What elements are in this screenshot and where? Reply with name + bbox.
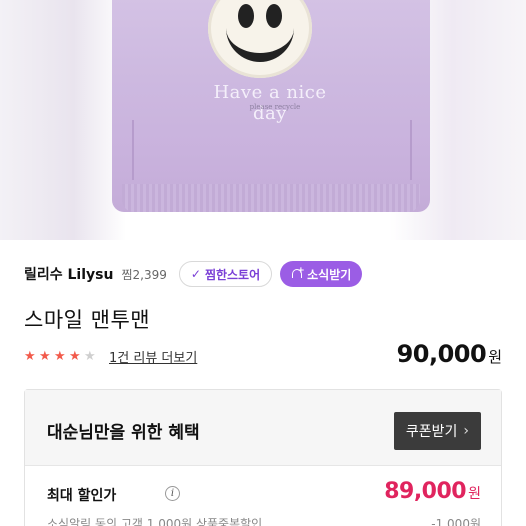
max-price-unit: 원: [468, 486, 481, 502]
store-name[interactable]: 릴리수 Lilysu: [24, 264, 113, 284]
sweater-seam-left: [132, 120, 134, 180]
max-price-value: 89,000: [384, 479, 467, 504]
rating-row: ★ ★ ★ ★ ★ 1건 리뷰 더보기: [24, 346, 197, 366]
discount-detail-amount: -1,000원: [431, 517, 481, 526]
zzim-store-button[interactable]: ✓ 찜한스토어: [178, 261, 273, 287]
discount-detail-text: 소식알림 동의 고객 1,000원 상품중복할인: [47, 517, 263, 526]
benefit-title: 대순님만을 위한 혜택: [47, 423, 200, 443]
notice-subscribe-button[interactable]: 소식받기: [280, 261, 363, 287]
benefit-box: 대순님만을 위한 혜택 쿠폰받기 › 최대 할인가 i 89,000 원 소식알…: [24, 389, 502, 526]
sweater-slogan-sub: please recycle: [249, 103, 301, 111]
benefit-header: 대순님만을 위한 혜택 쿠폰받기 ›: [25, 390, 501, 466]
chevron-right-icon: ›: [463, 423, 469, 439]
discount-detail-row: 소식알림 동의 고객 1,000원 상품중복할인 -1,000원: [47, 515, 481, 526]
zzim-count: 찜2,399: [121, 267, 167, 282]
price-value: 90,000: [396, 340, 487, 368]
star-filled-icon: ★: [24, 348, 36, 364]
bell-plus-icon: [291, 266, 305, 280]
star-filled-icon: ★: [39, 348, 51, 364]
product-image[interactable]: Have a nice day please recycle: [0, 0, 526, 240]
star-rating: ★ ★ ★ ★ ★: [24, 350, 99, 363]
review-link[interactable]: 1건 리뷰 더보기: [109, 347, 197, 366]
info-icon[interactable]: i: [165, 486, 180, 501]
zzim-store-label: 찜한스토어: [204, 267, 261, 282]
max-discount-label: 최대 할인가: [47, 488, 117, 504]
coupon-button[interactable]: 쿠폰받기 ›: [393, 412, 481, 450]
coupon-label: 쿠폰받기: [405, 424, 458, 440]
star-filled-icon: ★: [69, 348, 81, 364]
store-row: 릴리수 Lilysu 찜2,399 ✓ 찜한스토어 소식받기: [24, 261, 363, 287]
star-filled-icon: ★: [54, 348, 66, 364]
notice-label: 소식받기: [307, 267, 352, 282]
max-discount-row: 최대 할인가 i 89,000 원: [47, 479, 481, 508]
price-unit: 원: [488, 348, 502, 366]
check-icon: ✓: [190, 267, 201, 281]
product-title: 스마일 맨투맨: [24, 308, 151, 332]
product-price: 90,000 원: [397, 340, 502, 368]
star-empty-icon: ★: [84, 348, 96, 364]
max-discount-price: 89,000 원: [384, 479, 481, 504]
sweater-seam-right: [410, 120, 412, 180]
smiley-mouth: [226, 8, 294, 62]
